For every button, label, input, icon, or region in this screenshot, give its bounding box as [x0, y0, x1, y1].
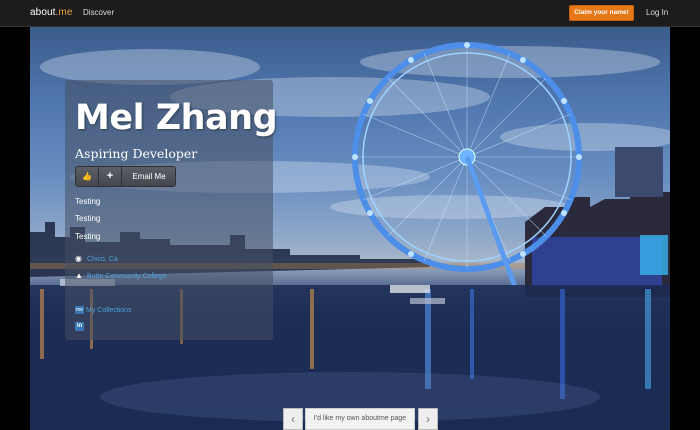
- logo-text: about: [30, 7, 56, 18]
- school-link[interactable]: Butte Community College: [87, 273, 166, 280]
- logo-dot-me: .me: [55, 7, 73, 18]
- profile-headline: Aspiring Developer: [75, 146, 198, 161]
- chevron-left-icon: ‹: [291, 412, 295, 426]
- aboutme-badge-icon: me: [75, 306, 84, 314]
- top-navigation-bar: about.me Discover Claim your name! Log I…: [0, 0, 700, 27]
- previous-page-button[interactable]: ‹: [283, 408, 303, 430]
- like-button[interactable]: 👍: [76, 167, 99, 186]
- plus-icon: +: [106, 170, 114, 182]
- chevron-right-icon: ›: [426, 412, 430, 426]
- graduation-cap-icon: ▲: [75, 271, 83, 280]
- email-me-button[interactable]: Email Me: [122, 167, 176, 186]
- profile-action-buttons: 👍 + Email Me: [75, 166, 176, 187]
- linkedin-icon[interactable]: in: [75, 322, 84, 331]
- next-page-button[interactable]: ›: [418, 408, 438, 430]
- discover-link[interactable]: Discover: [83, 8, 114, 17]
- bio-line: Testing: [75, 197, 101, 206]
- claim-your-name-button[interactable]: Claim your name!: [569, 5, 634, 21]
- bio-line: Testing: [75, 214, 101, 223]
- login-link[interactable]: Log In: [646, 8, 668, 17]
- map-pin-icon: ◉: [75, 254, 82, 263]
- thumbs-up-icon: 👍: [82, 172, 92, 181]
- school-row: ▲ Butte Community College: [75, 271, 166, 280]
- add-button[interactable]: +: [99, 167, 122, 186]
- location-row: ◉ Chico, Ca: [75, 254, 118, 263]
- location-link[interactable]: Chico, Ca: [87, 256, 118, 263]
- bio-line: Testing: [75, 232, 101, 241]
- collections-row: me My Collections: [75, 306, 132, 314]
- collections-link[interactable]: My Collections: [86, 307, 132, 314]
- own-page-button[interactable]: I'd like my own aboutme page: [305, 408, 415, 430]
- profile-name: Mel Zhang: [75, 98, 278, 138]
- aboutme-logo[interactable]: about.me: [30, 7, 73, 18]
